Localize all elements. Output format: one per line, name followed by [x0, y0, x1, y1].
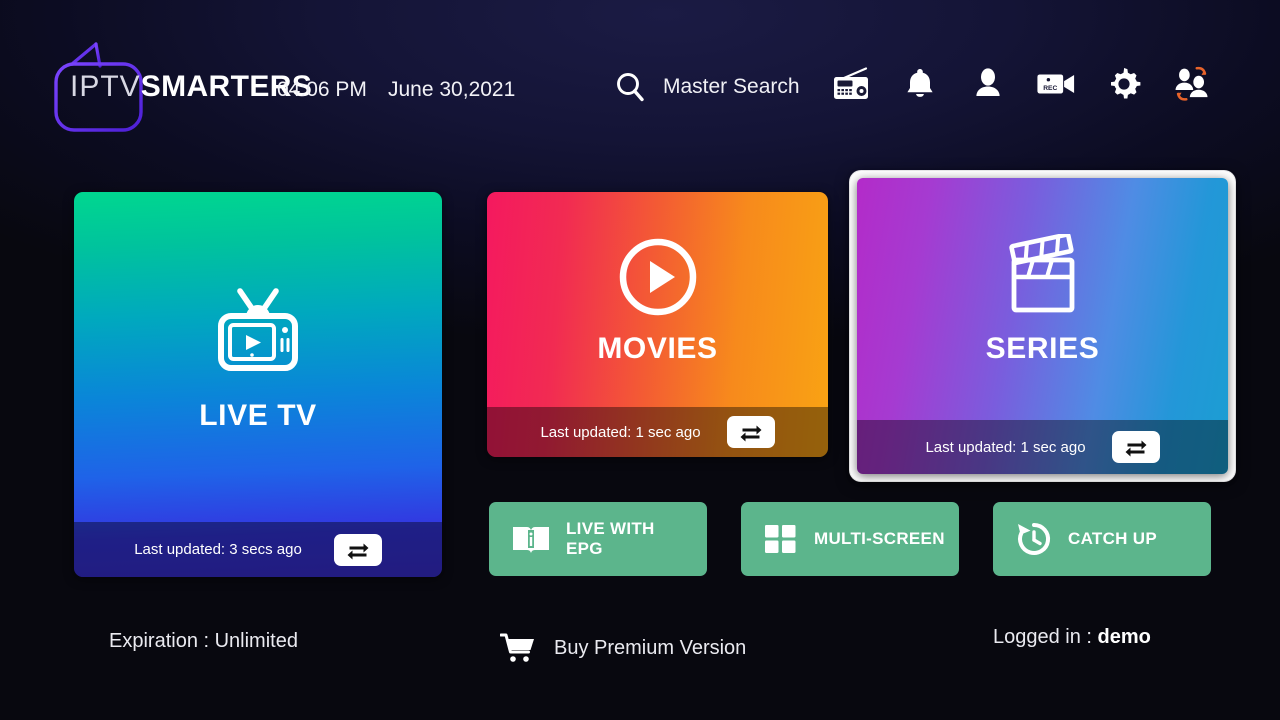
svg-text:REC: REC: [1043, 85, 1057, 92]
button-multi-screen-label: MULTI-SCREEN: [814, 529, 945, 549]
card-live-tv-footer: Last updated: 3 secs ago: [74, 522, 442, 577]
buy-premium-label: Buy Premium Version: [554, 636, 747, 659]
grid-4-icon: [765, 525, 796, 553]
buy-premium-button[interactable]: Buy Premium Version: [500, 632, 746, 664]
card-live-tv-title: LIVE TV: [199, 399, 317, 432]
rec-camera-icon[interactable]: REC: [1036, 62, 1076, 106]
card-series[interactable]: SERIES Last updated: 1 sec ago: [857, 178, 1228, 474]
card-live-tv-body: LIVE TV: [74, 192, 442, 522]
card-live-tv-last-updated: Last updated: 3 secs ago: [134, 541, 302, 558]
search-icon: [617, 73, 644, 102]
gear-icon[interactable]: [1104, 62, 1144, 106]
repeat-arrows-icon: [347, 543, 369, 559]
card-series-last-updated: Last updated: 1 sec ago: [925, 438, 1086, 456]
radio-icon[interactable]: [832, 62, 872, 106]
card-series-footer: Last updated: 1 sec ago: [857, 420, 1228, 474]
button-live-with-epg-label: LIVE WITH EPG: [566, 519, 655, 558]
header-time: 04:06 PM: [277, 78, 367, 101]
card-movies-footer: Last updated: 1 sec ago: [487, 407, 828, 457]
logged-in-prefix: Logged in :: [993, 626, 1098, 648]
card-movies-body: MOVIES: [487, 192, 828, 407]
switch-user-icon[interactable]: [1172, 62, 1212, 106]
button-catch-up[interactable]: CATCH UP: [993, 502, 1211, 576]
refresh-button-series[interactable]: [1111, 431, 1160, 463]
play-circle-icon: [617, 236, 699, 318]
card-movies-title: MOVIES: [597, 331, 718, 365]
master-search-button[interactable]: Master Search: [613, 70, 800, 104]
card-series-body: SERIES: [857, 178, 1228, 420]
app-root: IPTVSMARTERS 04:06 PM June 30,2021 Maste…: [0, 0, 1280, 720]
logo-text-primary: IPTV: [70, 70, 141, 103]
bell-icon[interactable]: [900, 62, 940, 106]
master-search-label: Master Search: [663, 75, 800, 98]
repeat-arrows-icon: [740, 425, 762, 442]
card-live-tv[interactable]: LIVE TV Last updated: 3 secs ago: [74, 192, 442, 577]
app-logo[interactable]: IPTVSMARTERS: [50, 42, 312, 134]
card-movies-last-updated: Last updated: 1 sec ago: [540, 423, 701, 441]
logo-text: IPTVSMARTERS: [70, 72, 312, 102]
book-info-icon: [513, 527, 549, 553]
header-icon-bar: REC: [832, 62, 1212, 106]
card-series-title: SERIES: [985, 332, 1100, 365]
retro-tv-play-icon: [210, 283, 306, 379]
logged-in-user: demo: [1097, 626, 1151, 648]
card-series-focus-ring: SERIES Last updated: 1 sec ago: [850, 171, 1235, 481]
logged-in-status: Logged in : demo: [993, 626, 1151, 649]
history-clock-icon: [1018, 522, 1051, 555]
refresh-button-movies[interactable]: [726, 416, 775, 448]
repeat-arrows-icon: [1125, 440, 1147, 457]
button-multi-screen[interactable]: MULTI-SCREEN: [741, 502, 959, 576]
button-live-with-epg[interactable]: LIVE WITH EPG: [489, 502, 707, 576]
app-header: IPTVSMARTERS 04:06 PM June 30,2021 Maste…: [0, 0, 1280, 165]
person-icon[interactable]: [968, 62, 1008, 106]
refresh-button-live-tv[interactable]: [333, 533, 382, 566]
expiration-status: Expiration : Unlimited: [109, 630, 298, 652]
shopping-cart-icon: [500, 633, 534, 662]
card-movies[interactable]: MOVIES Last updated: 1 sec ago: [487, 192, 828, 457]
header-date: June 30,2021: [388, 78, 516, 101]
clapperboard-icon: [1000, 234, 1086, 316]
button-catch-up-label: CATCH UP: [1068, 529, 1157, 549]
